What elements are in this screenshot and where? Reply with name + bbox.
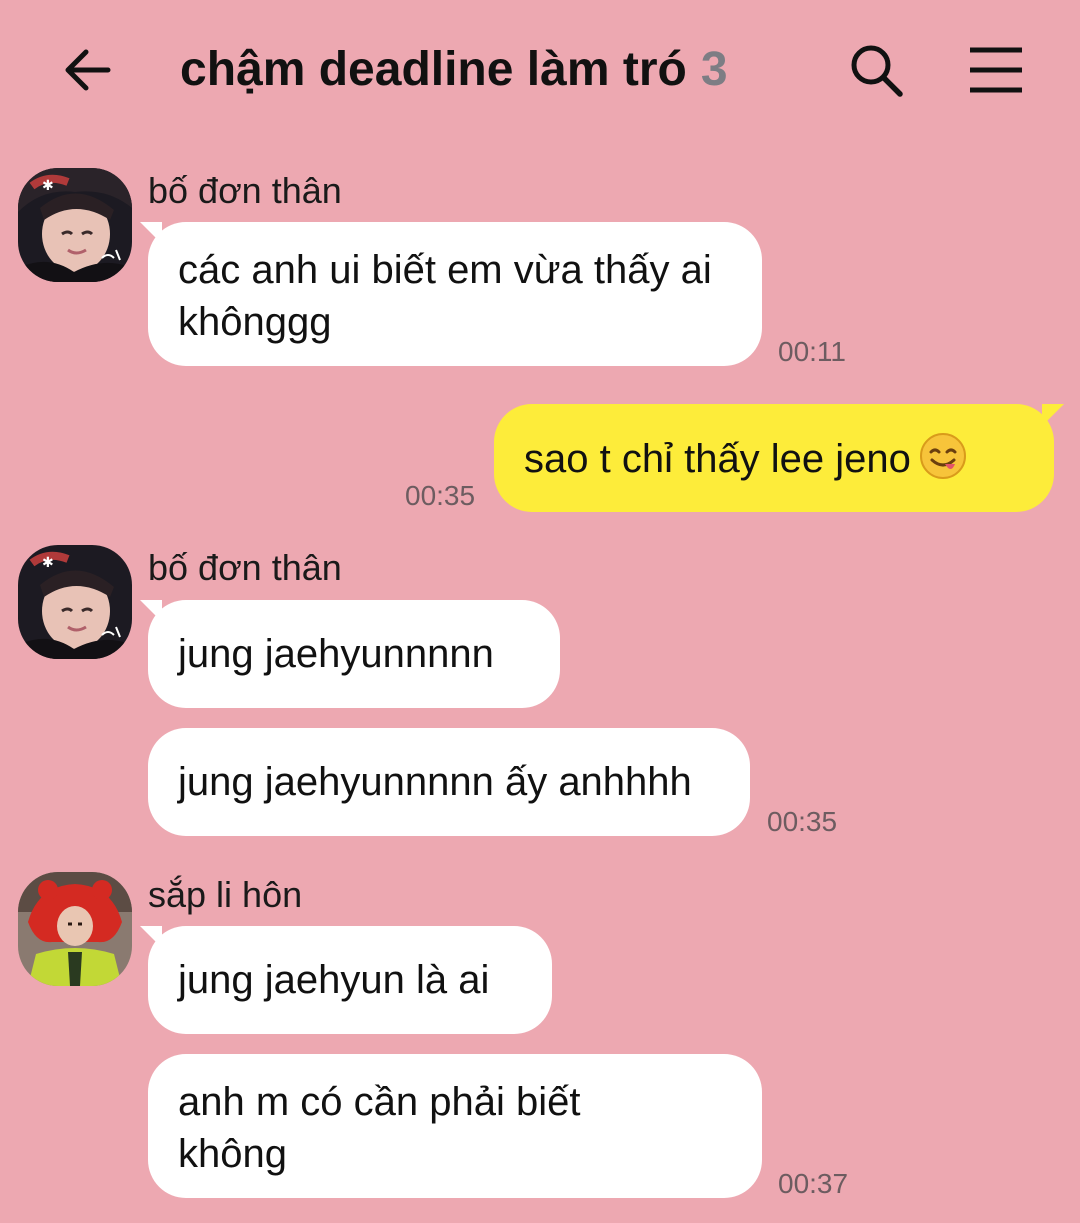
member-count: 3	[700, 43, 728, 96]
message-text: jung jaehyun là ai	[178, 958, 490, 1002]
chat-title-text: chậm deadline làm tró	[180, 43, 687, 96]
message-bubble[interactable]: các anh ui biết em vừa thấy ai khônggg	[140, 222, 762, 366]
message-time: 00:35	[405, 480, 476, 511]
message-text: jung jaehyunnnnn	[178, 632, 494, 676]
avatar-bo-don-than[interactable]: ✱	[18, 545, 132, 659]
message-bubble[interactable]: jung jaehyun là ai	[140, 926, 552, 1034]
message-time: 00:11	[778, 336, 846, 367]
message-text: anh m có cần phải biết không	[178, 1080, 581, 1176]
svg-text:✱: ✱	[42, 554, 54, 570]
message-text: jung jaehyunnnnn ấy anhhhh	[178, 760, 692, 804]
svg-text:✱: ✱	[42, 177, 54, 193]
message-bubble-outgoing[interactable]: sao t chỉ thấy lee jeno	[494, 404, 1064, 512]
face-savoring-food-icon	[919, 432, 967, 493]
sender-name: bố đơn thân	[148, 547, 342, 588]
message-text: sao t chỉ thấy lee jeno	[524, 437, 911, 481]
message-bubble[interactable]: anh m có cần phải biết không	[148, 1054, 762, 1198]
search-icon	[851, 45, 903, 97]
message-bubble[interactable]: jung jaehyunnnnn ấy anhhhh	[148, 728, 750, 836]
search-button[interactable]	[846, 40, 906, 100]
sender-name: sắp li hôn	[148, 874, 303, 915]
menu-button[interactable]	[966, 40, 1026, 100]
arrow-left-icon	[65, 49, 111, 91]
back-button[interactable]	[58, 40, 118, 100]
message-time: 00:35	[767, 806, 838, 837]
avatar-sap-li-hon[interactable]	[18, 872, 132, 986]
message-text: các anh ui biết em vừa thấy ai khônggg	[178, 248, 712, 344]
message-bubble[interactable]: jung jaehyunnnnn	[140, 600, 560, 708]
hamburger-menu-icon	[970, 47, 1022, 93]
chat-title: chậm deadline làm tró 3	[180, 40, 728, 100]
sender-name: bố đơn thân	[148, 170, 342, 211]
avatar-bo-don-than[interactable]: ✱	[18, 168, 132, 282]
chat-header: chậm deadline làm tró 3	[0, 0, 1080, 140]
message-time: 00:37	[778, 1168, 849, 1199]
